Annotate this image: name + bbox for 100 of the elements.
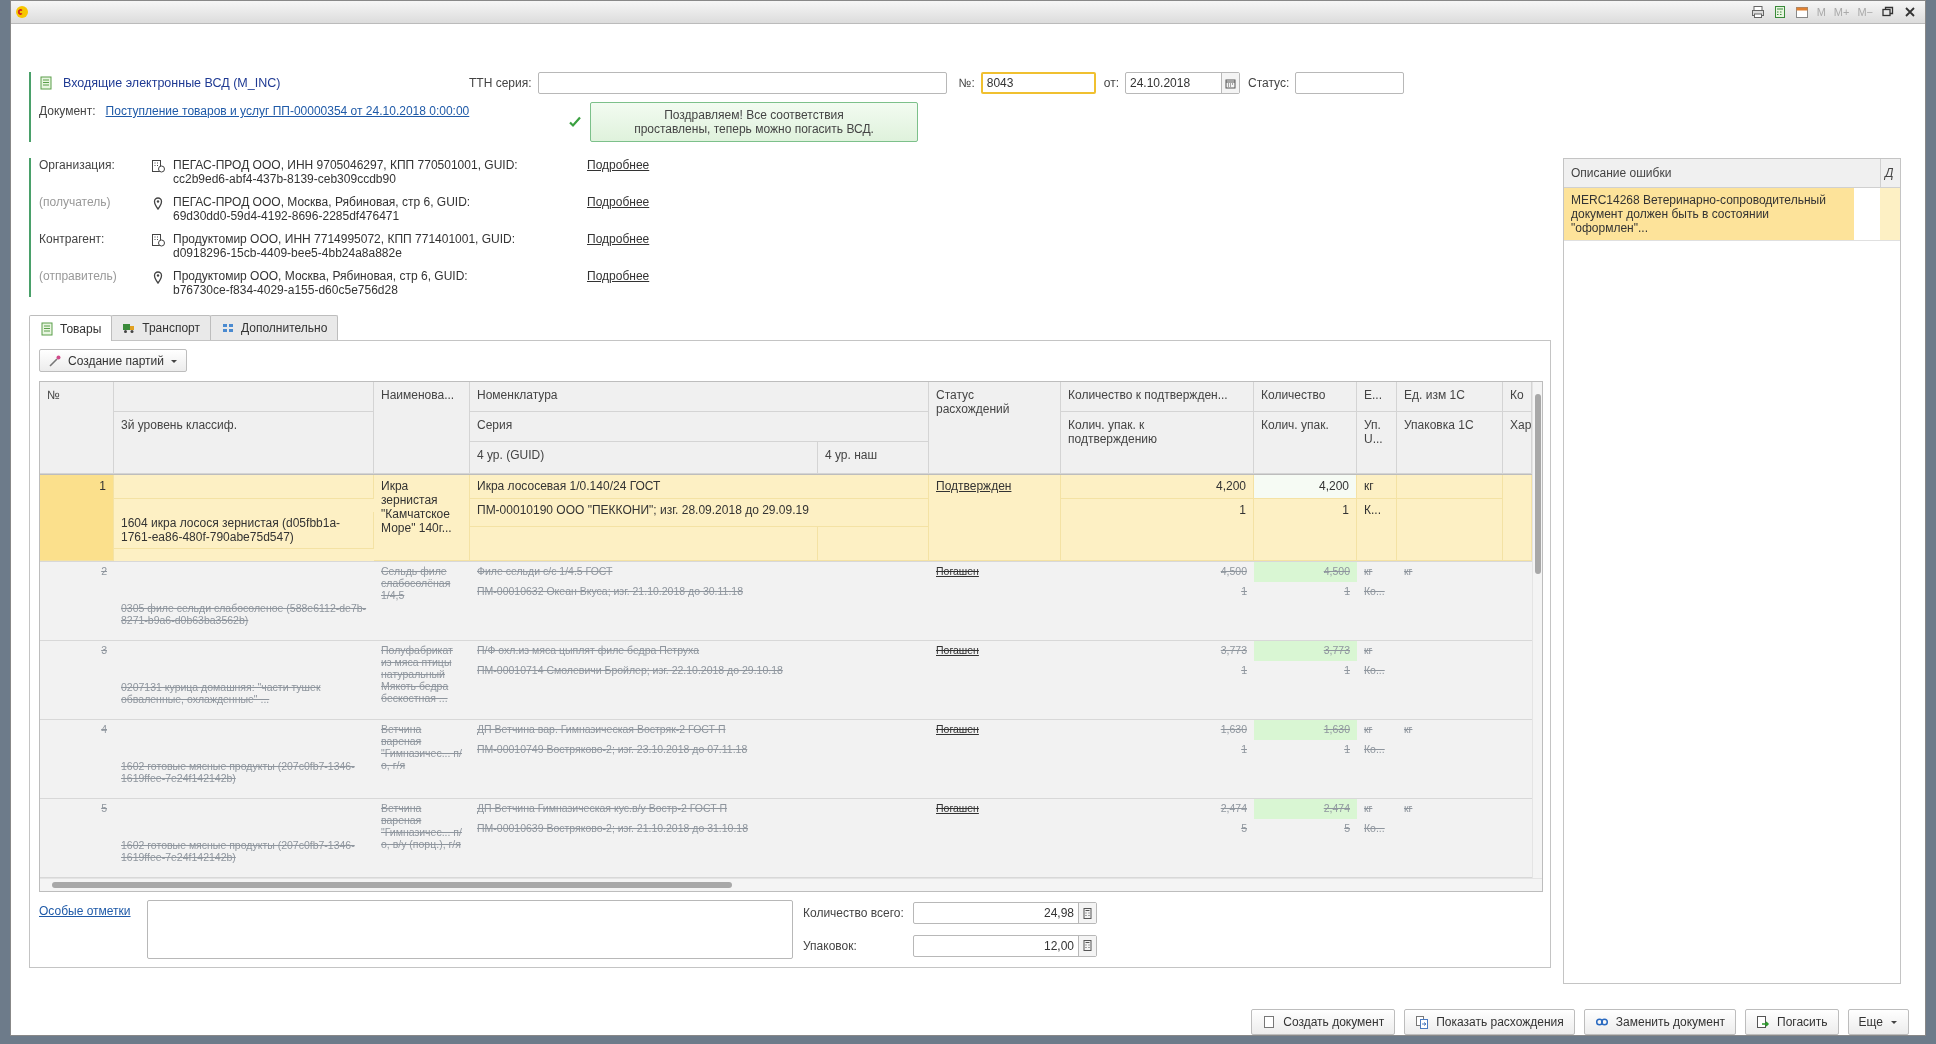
table-cell-text: 4,500 — [1219, 564, 1248, 579]
table-row[interactable] — [40, 720, 1532, 799]
details-link[interactable]: Подробнее — [587, 195, 1551, 209]
tab[interactable]: Товары — [29, 315, 113, 341]
column-header[interactable]: 4 ур. (GUID) — [470, 442, 818, 474]
table-cell-text: Ко... — [1363, 742, 1386, 757]
table-cell-text: 1 — [1240, 742, 1248, 757]
table-row[interactable] — [40, 475, 1532, 562]
row-number: 2 — [100, 564, 108, 579]
column-header[interactable]: Количество к подтвержден... — [1061, 382, 1254, 412]
table-cell-text: 1 — [1343, 742, 1351, 757]
table-cell: 1604 икра лосося зернистая (d05fbb1a-1761-ea86-480f-790abe75d547) — [114, 511, 374, 549]
tab[interactable]: Дополнительно — [210, 315, 339, 340]
column-header[interactable]: 3й уровень классиф. — [114, 412, 374, 474]
table-cell: Икра лососевая 1/0.140/24 ГОСТ — [470, 475, 929, 499]
action-button[interactable]: Погасить — [1745, 1009, 1839, 1035]
caret-icon — [169, 357, 178, 364]
check-icon — [568, 115, 582, 129]
table-cell: 4,200 — [1061, 475, 1254, 499]
table-row[interactable] — [40, 799, 1532, 878]
input-field[interactable] — [1295, 72, 1405, 94]
column-header[interactable]: Колич. упак. — [1254, 412, 1357, 474]
restore-icon — [1881, 5, 1895, 19]
column-header[interactable]: Д — [1880, 159, 1900, 187]
input-field[interactable]: 8043 — [980, 72, 1096, 94]
table-cell-text: 5 — [1343, 821, 1351, 836]
grid-icon — [221, 321, 235, 335]
column-header[interactable]: Номенклатура — [470, 382, 929, 412]
tab[interactable]: Транспорт — [111, 315, 211, 340]
vertical-scrollbar[interactable] — [1532, 382, 1542, 878]
calculator-button[interactable] — [1078, 903, 1096, 924]
notes-link[interactable]: Особые отметки — [39, 904, 147, 918]
table-cell-text: кг — [1363, 801, 1374, 816]
input-field[interactable] — [537, 72, 947, 94]
column-header[interactable]: Уп. U... — [1357, 412, 1397, 474]
create-batches-button[interactable]: Создание партий — [39, 349, 187, 372]
document-link[interactable]: Поступление товаров и услуг ПП-00000354 от 24.10.2018 0:00:00 — [105, 104, 470, 118]
status-link[interactable]: Подтвержден — [936, 479, 1012, 493]
status-link[interactable]: Погашен — [936, 644, 979, 656]
table-cell-text: Ветчина вареная "Гимназичес... п/о, г/я — [380, 722, 463, 773]
details-link[interactable]: Подробнее — [587, 232, 1551, 246]
table-cell: ПМ-00010190 ООО "ПЕККОНИ"; изг. 28.09.2018 до 29.09.19 — [470, 499, 929, 527]
column-header[interactable]: Ед. изм 1С — [1397, 382, 1503, 412]
row-number: 1 — [40, 475, 114, 561]
calculator-icon — [1081, 906, 1094, 920]
field-label: Упаковок: — [803, 938, 858, 953]
field-label: №: — [958, 76, 975, 90]
location-pin-icon — [151, 270, 165, 284]
truck-icon — [122, 321, 137, 335]
error-row[interactable]: MERC14268 Ветеринарно-сопроводительный документ должен быть в состоянии "оформлен"... — [1564, 188, 1900, 241]
calculator-button[interactable] — [1078, 935, 1096, 956]
details-link[interactable]: Подробнее — [587, 269, 1551, 283]
table-row[interactable] — [40, 562, 1532, 641]
logo-icon — [15, 5, 29, 19]
status-link[interactable]: Погашен — [936, 565, 979, 577]
action-button[interactable]: Показать расхождения — [1404, 1009, 1575, 1035]
table-cell-text: Ко... — [1363, 584, 1386, 599]
column-header[interactable]: № — [40, 382, 114, 474]
party-label: Контрагент: — [39, 232, 106, 246]
table-cell: К... — [1357, 499, 1397, 561]
party-details: ПЕГАС-ПРОД ООО, Москва, Рябиновая, стр 6, GUID: 69d30dd0-59d4-4192-8696-2285df476471 — [173, 195, 472, 223]
table-row[interactable] — [40, 641, 1532, 720]
table-cell-text: 1 — [1343, 663, 1351, 678]
field-label: от: — [1103, 76, 1119, 90]
table-cell-text: Ко... — [1363, 663, 1386, 678]
action-button[interactable]: Еще — [1847, 1009, 1909, 1035]
table-cell-text: кг — [1363, 643, 1374, 658]
notes-field[interactable] — [147, 900, 793, 959]
action-button[interactable]: Заменить документ — [1583, 1009, 1737, 1035]
column-header[interactable]: Описание ошибки — [1564, 159, 1880, 187]
table-cell-text: 1,630 — [1219, 722, 1248, 737]
horizontal-scrollbar[interactable] — [40, 878, 1542, 891]
status-link[interactable]: Погашен — [936, 802, 979, 814]
table-cell-text: Сельдь филе слабосолёная 1/4,5 — [380, 564, 452, 603]
table-cell-text: кг — [1403, 722, 1414, 737]
table-cell-text: 1602 готовые мясные продукты (207c0fb7-1346-1619ffee-7e24f142142b) — [120, 758, 356, 786]
table-cell: 2,474 — [1254, 799, 1357, 819]
calendar-icon — [1794, 5, 1809, 19]
calendar-button[interactable] — [1221, 73, 1239, 93]
column-header[interactable]: Серия — [470, 412, 929, 442]
table-cell-text: 0207131 курица домашняя: "части тушек обваленные, охлажденные" ... — [120, 679, 322, 707]
table-cell-text: П/Ф охл.из мяса цыплят филе бедра Петруха — [476, 643, 701, 658]
print-icon — [1750, 5, 1765, 19]
status-link[interactable]: Погашен — [936, 723, 979, 735]
column-header[interactable]: Наименова... — [374, 382, 470, 474]
party-label: (отправитель) — [39, 269, 118, 283]
column-header[interactable]: Количество — [1254, 382, 1357, 412]
column-header[interactable]: Статус расхождений — [929, 382, 1061, 474]
table-cell: 1 — [1061, 499, 1254, 561]
column-header[interactable]: Е... — [1357, 382, 1397, 412]
details-link[interactable]: Подробнее — [587, 158, 1551, 172]
table-cell: 4,200 — [1254, 475, 1357, 499]
table-cell-text: кг — [1363, 564, 1374, 579]
column-header[interactable]: Упаковка 1С — [1397, 412, 1503, 474]
column-header[interactable]: Колич. упак. к подтверждению — [1061, 412, 1254, 474]
column-header[interactable]: 4 ур. наш — [818, 442, 929, 474]
calendar-icon — [1224, 76, 1237, 90]
table-cell-text: 5 — [1240, 821, 1248, 836]
field-label: Статус: — [1248, 76, 1290, 90]
action-button[interactable]: Создать документ — [1251, 1009, 1396, 1035]
